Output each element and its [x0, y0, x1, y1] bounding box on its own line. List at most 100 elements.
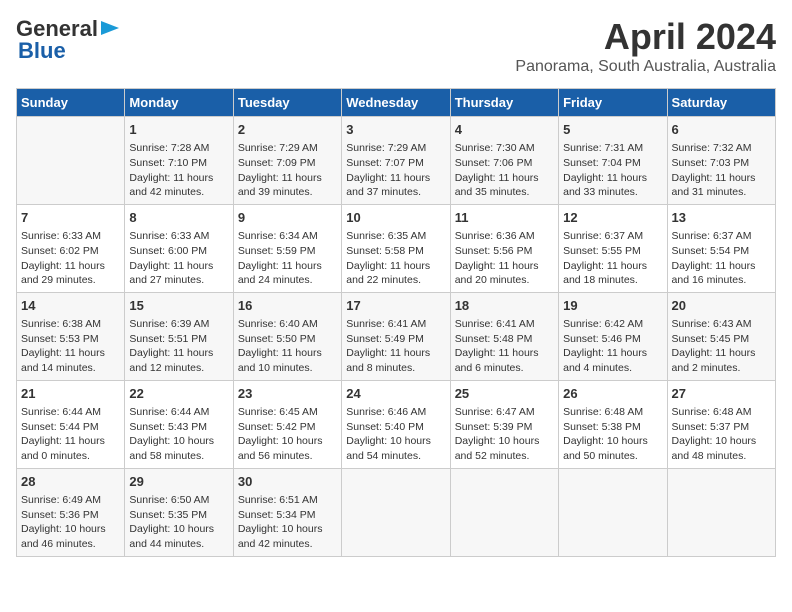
calendar-cell: 17 Sunrise: 6:41 AM Sunset: 5:49 PM Dayli… [342, 292, 450, 380]
col-header-sunday: Sunday [17, 89, 125, 117]
cell-content: Sunrise: 6:42 AM Sunset: 5:46 PM Dayligh… [563, 317, 662, 376]
week-row-1: 1 Sunrise: 7:28 AM Sunset: 7:10 PM Daylig… [17, 117, 776, 205]
cell-content: Sunrise: 6:47 AM Sunset: 5:39 PM Dayligh… [455, 405, 554, 464]
cell-content: Sunrise: 6:33 AM Sunset: 6:02 PM Dayligh… [21, 229, 120, 288]
calendar-cell: 15 Sunrise: 6:39 AM Sunset: 5:51 PM Dayli… [125, 292, 233, 380]
calendar-cell: 19 Sunrise: 6:42 AM Sunset: 5:46 PM Dayli… [559, 292, 667, 380]
col-header-monday: Monday [125, 89, 233, 117]
calendar-title: April 2024 [515, 16, 776, 58]
page-header: General Blue April 2024 Panorama, South … [16, 16, 776, 76]
calendar-cell: 16 Sunrise: 6:40 AM Sunset: 5:50 PM Dayli… [233, 292, 341, 380]
calendar-cell: 5 Sunrise: 7:31 AM Sunset: 7:04 PM Daylig… [559, 117, 667, 205]
cell-content: Sunrise: 6:37 AM Sunset: 5:54 PM Dayligh… [672, 229, 771, 288]
calendar-cell: 6 Sunrise: 7:32 AM Sunset: 7:03 PM Daylig… [667, 117, 775, 205]
cell-content: Sunrise: 6:51 AM Sunset: 5:34 PM Dayligh… [238, 493, 337, 552]
calendar-cell: 7 Sunrise: 6:33 AM Sunset: 6:02 PM Daylig… [17, 204, 125, 292]
cell-content: Sunrise: 6:44 AM Sunset: 5:43 PM Dayligh… [129, 405, 228, 464]
col-header-friday: Friday [559, 89, 667, 117]
col-header-saturday: Saturday [667, 89, 775, 117]
cell-content: Sunrise: 6:38 AM Sunset: 5:53 PM Dayligh… [21, 317, 120, 376]
week-row-4: 21 Sunrise: 6:44 AM Sunset: 5:44 PM Dayli… [17, 380, 776, 468]
cell-content: Sunrise: 6:40 AM Sunset: 5:50 PM Dayligh… [238, 317, 337, 376]
title-block: April 2024 Panorama, South Australia, Au… [515, 16, 776, 76]
cell-content: Sunrise: 7:31 AM Sunset: 7:04 PM Dayligh… [563, 141, 662, 200]
cell-content: Sunrise: 6:48 AM Sunset: 5:38 PM Dayligh… [563, 405, 662, 464]
calendar-cell: 1 Sunrise: 7:28 AM Sunset: 7:10 PM Daylig… [125, 117, 233, 205]
logo: General Blue [16, 16, 119, 64]
week-row-5: 28Sunrise: 6:49 AM Sunset: 5:36 PM Dayli… [17, 468, 776, 556]
day-number: 17 [346, 297, 445, 315]
day-number: 9 [238, 209, 337, 227]
calendar-cell: 4Sunrise: 7:30 AM Sunset: 7:06 PM Daylig… [450, 117, 558, 205]
cell-content: Sunrise: 6:34 AM Sunset: 5:59 PM Dayligh… [238, 229, 337, 288]
cell-content: Sunrise: 7:32 AM Sunset: 7:03 PM Dayligh… [672, 141, 771, 200]
calendar-cell: 21 Sunrise: 6:44 AM Sunset: 5:44 PM Dayli… [17, 380, 125, 468]
cell-content: Sunrise: 6:43 AM Sunset: 5:45 PM Dayligh… [672, 317, 771, 376]
day-number: 22 [129, 385, 228, 403]
calendar-cell [667, 468, 775, 556]
cell-content: Sunrise: 7:29 AM Sunset: 7:09 PM Dayligh… [238, 141, 337, 200]
logo-text-blue: Blue [18, 38, 66, 64]
calendar-cell [559, 468, 667, 556]
day-number: 25 [455, 385, 554, 403]
cell-content: Sunrise: 6:46 AM Sunset: 5:40 PM Dayligh… [346, 405, 445, 464]
cell-content: Sunrise: 6:36 AM Sunset: 5:56 PM Dayligh… [455, 229, 554, 288]
day-number: 20 [672, 297, 771, 315]
cell-content: Sunrise: 6:49 AM Sunset: 5:36 PM Dayligh… [21, 493, 120, 552]
calendar-cell: 30 Sunrise: 6:51 AM Sunset: 5:34 PM Dayli… [233, 468, 341, 556]
calendar-cell: 9 Sunrise: 6:34 AM Sunset: 5:59 PM Daylig… [233, 204, 341, 292]
calendar-subtitle: Panorama, South Australia, Australia [515, 58, 776, 76]
day-number: 19 [563, 297, 662, 315]
calendar-cell [450, 468, 558, 556]
day-number: 15 [129, 297, 228, 315]
calendar-cell: 14 Sunrise: 6:38 AM Sunset: 5:53 PM Dayli… [17, 292, 125, 380]
calendar-cell [342, 468, 450, 556]
cell-content: Sunrise: 6:45 AM Sunset: 5:42 PM Dayligh… [238, 405, 337, 464]
calendar-cell: 10Sunrise: 6:35 AM Sunset: 5:58 PM Dayli… [342, 204, 450, 292]
calendar-cell: 28Sunrise: 6:49 AM Sunset: 5:36 PM Dayli… [17, 468, 125, 556]
day-number: 30 [238, 473, 337, 491]
calendar-cell [17, 117, 125, 205]
cell-content: Sunrise: 6:41 AM Sunset: 5:48 PM Dayligh… [455, 317, 554, 376]
calendar-cell: 24 Sunrise: 6:46 AM Sunset: 5:40 PM Dayli… [342, 380, 450, 468]
cell-content: Sunrise: 6:39 AM Sunset: 5:51 PM Dayligh… [129, 317, 228, 376]
cell-content: Sunrise: 6:41 AM Sunset: 5:49 PM Dayligh… [346, 317, 445, 376]
calendar-cell: 29Sunrise: 6:50 AM Sunset: 5:35 PM Dayli… [125, 468, 233, 556]
calendar-cell: 3Sunrise: 7:29 AM Sunset: 7:07 PM Daylig… [342, 117, 450, 205]
col-header-thursday: Thursday [450, 89, 558, 117]
cell-content: Sunrise: 6:44 AM Sunset: 5:44 PM Dayligh… [21, 405, 120, 464]
calendar-cell: 20 Sunrise: 6:43 AM Sunset: 5:45 PM Dayli… [667, 292, 775, 380]
calendar-cell: 23 Sunrise: 6:45 AM Sunset: 5:42 PM Dayli… [233, 380, 341, 468]
calendar-cell: 27Sunrise: 6:48 AM Sunset: 5:37 PM Dayli… [667, 380, 775, 468]
calendar-cell: 22 Sunrise: 6:44 AM Sunset: 5:43 PM Dayli… [125, 380, 233, 468]
day-number: 11 [455, 209, 554, 227]
day-number: 7 [21, 209, 120, 227]
day-number: 1 [129, 121, 228, 139]
day-number: 8 [129, 209, 228, 227]
cell-content: Sunrise: 6:33 AM Sunset: 6:00 PM Dayligh… [129, 229, 228, 288]
day-number: 26 [563, 385, 662, 403]
calendar-cell: 12Sunrise: 6:37 AM Sunset: 5:55 PM Dayli… [559, 204, 667, 292]
calendar-cell: 26 Sunrise: 6:48 AM Sunset: 5:38 PM Dayli… [559, 380, 667, 468]
day-number: 14 [21, 297, 120, 315]
day-number: 3 [346, 121, 445, 139]
cell-content: Sunrise: 6:35 AM Sunset: 5:58 PM Dayligh… [346, 229, 445, 288]
calendar-header-row: SundayMondayTuesdayWednesdayThursdayFrid… [17, 89, 776, 117]
day-number: 6 [672, 121, 771, 139]
cell-content: Sunrise: 6:48 AM Sunset: 5:37 PM Dayligh… [672, 405, 771, 464]
cell-content: Sunrise: 7:28 AM Sunset: 7:10 PM Dayligh… [129, 141, 228, 200]
calendar-cell: 13Sunrise: 6:37 AM Sunset: 5:54 PM Dayli… [667, 204, 775, 292]
logo-arrow-icon [101, 19, 119, 42]
day-number: 29 [129, 473, 228, 491]
day-number: 2 [238, 121, 337, 139]
day-number: 23 [238, 385, 337, 403]
calendar-cell: 18Sunrise: 6:41 AM Sunset: 5:48 PM Dayli… [450, 292, 558, 380]
day-number: 16 [238, 297, 337, 315]
day-number: 5 [563, 121, 662, 139]
calendar-cell: 11 Sunrise: 6:36 AM Sunset: 5:56 PM Dayli… [450, 204, 558, 292]
cell-content: Sunrise: 6:37 AM Sunset: 5:55 PM Dayligh… [563, 229, 662, 288]
week-row-2: 7 Sunrise: 6:33 AM Sunset: 6:02 PM Daylig… [17, 204, 776, 292]
calendar-cell: 25 Sunrise: 6:47 AM Sunset: 5:39 PM Dayli… [450, 380, 558, 468]
day-number: 21 [21, 385, 120, 403]
day-number: 24 [346, 385, 445, 403]
